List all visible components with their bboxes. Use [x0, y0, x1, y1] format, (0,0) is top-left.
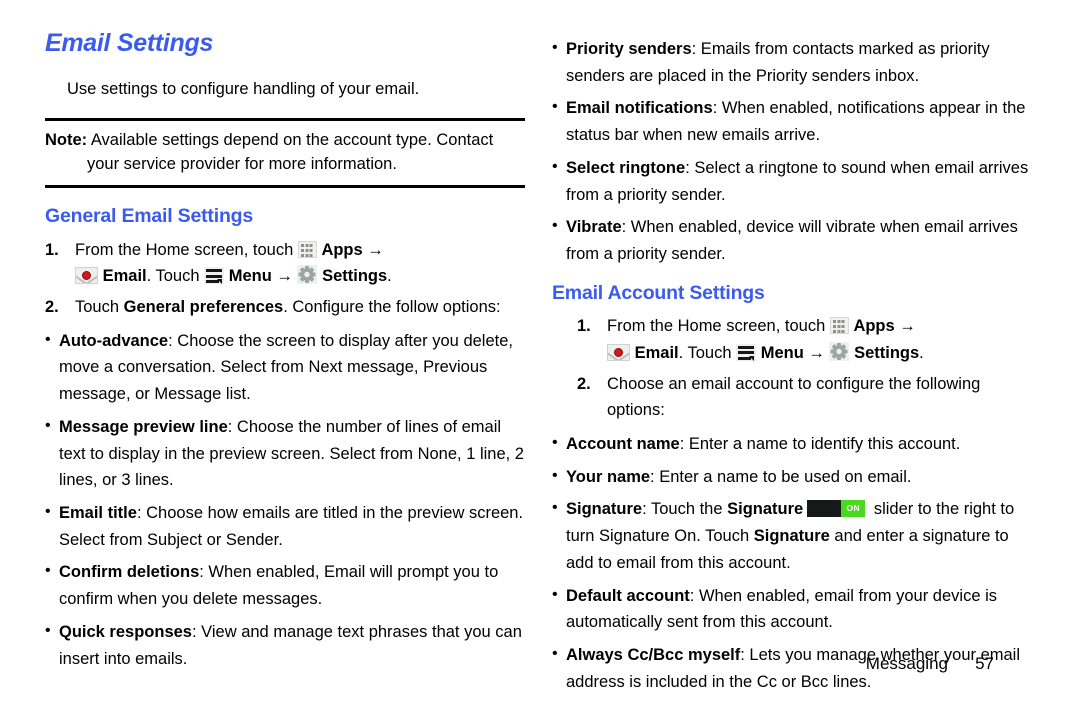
continued-bullet-list: Priority senders: Emails from contacts m…	[552, 35, 1032, 268]
menu-label: Menu	[228, 267, 272, 286]
note-line-1: Note: Available settings depend on the a…	[45, 128, 525, 153]
bullet-term: Your name	[566, 467, 651, 486]
step-2: 2. Touch General preferences. Configure …	[45, 294, 525, 321]
bullet-term: Priority senders	[566, 40, 692, 58]
step-2-prefix: Touch	[75, 297, 124, 316]
note-line-2: your service provider for more informati…	[45, 152, 525, 177]
list-item: Your name: Enter a name to be used on em…	[552, 463, 1032, 491]
bullet-term: Signature	[566, 500, 643, 519]
bullet-term: Confirm deletions	[59, 563, 200, 582]
bullet-desc: : When enabled, device will vibrate when…	[566, 218, 1018, 264]
bullet-term: Auto-advance	[59, 331, 169, 350]
gear-icon	[829, 341, 850, 361]
apps-grid-icon	[297, 240, 317, 258]
email-label: Email	[102, 267, 147, 286]
list-item: Priority senders: Emails from contacts m…	[552, 35, 1032, 89]
apps-label: Apps	[853, 317, 895, 336]
bullet-desc: : Enter a name to identify this account.	[679, 435, 961, 454]
step-2: 2. Choose an email account to configure …	[577, 371, 1032, 424]
step-2-bold: General preferences	[123, 297, 284, 316]
step-2-number: 2.	[45, 297, 59, 316]
list-item: Message preview line: Choose the number …	[45, 413, 525, 494]
left-column: Email Settings Use settings to configure…	[45, 29, 525, 674]
footer-page-number: 57	[975, 654, 994, 673]
right-column: Priority senders: Emails from contacts m…	[552, 35, 1032, 698]
list-item-signature: Signature: Touch the SignatureON slider …	[552, 495, 1032, 576]
signature-part-1: : Touch the	[642, 500, 728, 519]
step-1-body: From the Home screen, touch Apps → Email…	[607, 313, 1032, 366]
step-1-text-2: . Touch	[146, 267, 205, 286]
step-1-number: 1.	[45, 240, 59, 259]
arrow-1: →	[894, 317, 916, 336]
note-label: Note:	[45, 130, 88, 149]
slider-knob[interactable]	[807, 500, 842, 518]
signature-bold-2: Signature	[753, 527, 830, 546]
step-1-text-3: .	[387, 267, 392, 286]
email-envelope-icon	[75, 267, 98, 285]
step-1-text-1: From the Home screen, touch	[75, 240, 298, 259]
step-1-text-2: . Touch	[678, 343, 737, 362]
bullet-term: Default account	[566, 586, 690, 605]
arrow-2: →	[271, 267, 298, 286]
apps-grid-icon	[829, 317, 849, 335]
list-item: Default account: When enabled, email fro…	[552, 582, 1032, 636]
step-1-text-3: .	[919, 343, 924, 362]
note-block: Note: Available settings depend on the a…	[45, 117, 525, 189]
note-text-2: your service provider for more informati…	[87, 155, 397, 174]
email-envelope-icon	[607, 343, 630, 361]
footer-section-label: Messaging	[865, 654, 948, 673]
bullet-term: Account name	[566, 435, 680, 454]
document-page: Email Settings Use settings to configure…	[0, 0, 1080, 720]
menu-lines-icon	[204, 267, 225, 285]
page-title: Email Settings	[45, 29, 214, 57]
email-label: Email	[634, 343, 679, 362]
signature-bold-1: Signature	[727, 500, 804, 519]
list-item: Select ringtone: Select a ringtone to so…	[552, 154, 1032, 208]
signature-toggle-slider[interactable]: ON	[807, 500, 866, 518]
bullet-term: Vibrate	[566, 218, 622, 237]
step-1: 1. From the Home screen, touch Apps → Em…	[577, 313, 1032, 366]
arrow-1: →	[362, 240, 384, 259]
settings-label: Settings	[854, 343, 920, 362]
bullet-desc: : Enter a name to be used on email.	[650, 467, 912, 486]
list-item: Vibrate: When enabled, device will vibra…	[552, 213, 1032, 267]
gear-icon	[297, 265, 318, 285]
list-item: Quick responses: View and manage text ph…	[45, 618, 525, 672]
step-2-body: Touch General preferences. Configure the…	[75, 294, 525, 321]
menu-label: Menu	[760, 343, 804, 362]
arrow-2: →	[803, 343, 830, 362]
settings-label: Settings	[322, 267, 388, 286]
step-2-number: 2.	[577, 374, 591, 393]
slider-on-label: ON	[841, 500, 866, 518]
step-1-text-1: From the Home screen, touch	[607, 317, 830, 336]
step-2-prefix: Choose an email account to configure the…	[607, 374, 981, 420]
bullet-term: Email notifications	[566, 99, 713, 118]
list-item: Email notifications: When enabled, notif…	[552, 94, 1032, 148]
bullet-term: Message preview line	[59, 417, 228, 436]
list-item: Account name: Enter a name to identify t…	[552, 430, 1032, 458]
bullet-term: Email title	[59, 504, 137, 522]
step-2-suffix: . Configure the follow options:	[283, 297, 501, 316]
general-settings-bullet-list: Auto-advance: Choose the screen to displ…	[45, 327, 525, 673]
bullet-term: Quick responses	[59, 622, 192, 641]
note-text-1: Available settings depend on the account…	[87, 130, 494, 149]
section-heading-email-account-settings: Email Account Settings	[552, 281, 765, 304]
step-1: 1. From the Home screen, touch Apps → Em…	[45, 237, 525, 290]
list-item: Confirm deletions: When enabled, Email w…	[45, 558, 525, 612]
list-item: Email title: Choose how emails are title…	[45, 499, 525, 553]
step-1-number: 1.	[577, 317, 591, 336]
list-item: Auto-advance: Choose the screen to displ…	[45, 327, 525, 408]
section-heading-general-email-settings: General Email Settings	[45, 205, 254, 228]
bullet-term: Select ringtone	[566, 158, 686, 177]
step-1-body: From the Home screen, touch Apps → Email…	[75, 237, 525, 290]
page-footer: Messaging 57	[552, 654, 1032, 674]
menu-lines-icon	[736, 343, 757, 361]
intro-paragraph: Use settings to configure handling of yo…	[67, 79, 420, 98]
apps-label: Apps	[321, 240, 363, 259]
step-2-body: Choose an email account to configure the…	[607, 371, 1032, 424]
